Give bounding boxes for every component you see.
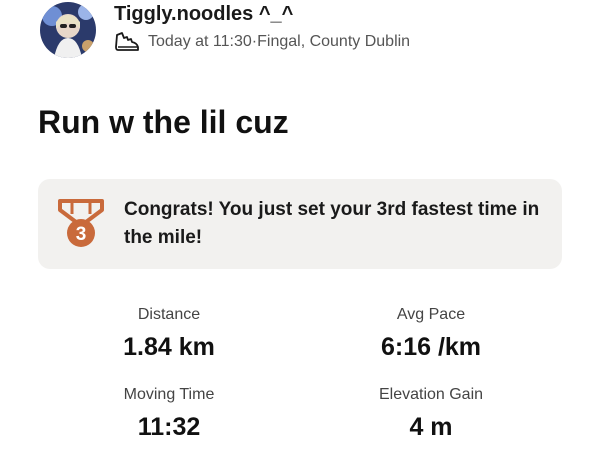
stat-moving-time: Moving Time 11:32 <box>38 385 300 442</box>
activity-location: Fingal, County Dublin <box>257 33 411 50</box>
activity-time: Today at 11:30 <box>148 33 252 50</box>
stat-elevation-gain: Elevation Gain 4 m <box>300 385 562 442</box>
achievement-text: Congrats! You just set your 3rd fastest … <box>124 199 540 248</box>
stat-value: 4 m <box>409 413 453 441</box>
stat-value: 11:32 <box>137 413 201 441</box>
stat-avg-pace: Avg Pace 6:16 /km <box>300 305 562 362</box>
stat-label: Moving Time <box>123 386 215 403</box>
achievement-banner[interactable]: 3 Congrats! You just set your 3rd fastes… <box>38 179 562 269</box>
stat-label: Distance <box>137 306 201 323</box>
stat-value: 6:16 /km <box>380 333 482 361</box>
activity-title[interactable]: Run w the lil cuz <box>38 102 289 142</box>
stat-label: Avg Pace <box>396 306 466 323</box>
stat-distance: Distance 1.84 km <box>38 305 300 362</box>
activity-header: Tiggly.noodles ^_^ Today at 11:30 · Fing… <box>40 2 410 58</box>
stat-value: 1.84 km <box>123 333 215 361</box>
header-text: Tiggly.noodles ^_^ Today at 11:30 · Fing… <box>114 2 410 53</box>
activity-meta: Today at 11:30 · Fingal, County Dublin <box>114 31 410 53</box>
stat-label: Elevation Gain <box>378 386 484 403</box>
avatar[interactable] <box>40 2 96 58</box>
medal-number: 3 <box>76 224 87 245</box>
bronze-medal-icon: 3 <box>56 198 108 250</box>
activity-page: Tiggly.noodles ^_^ Today at 11:30 · Fing… <box>0 0 600 450</box>
username[interactable]: Tiggly.noodles ^_^ <box>114 2 410 26</box>
running-shoe-icon <box>114 31 140 53</box>
